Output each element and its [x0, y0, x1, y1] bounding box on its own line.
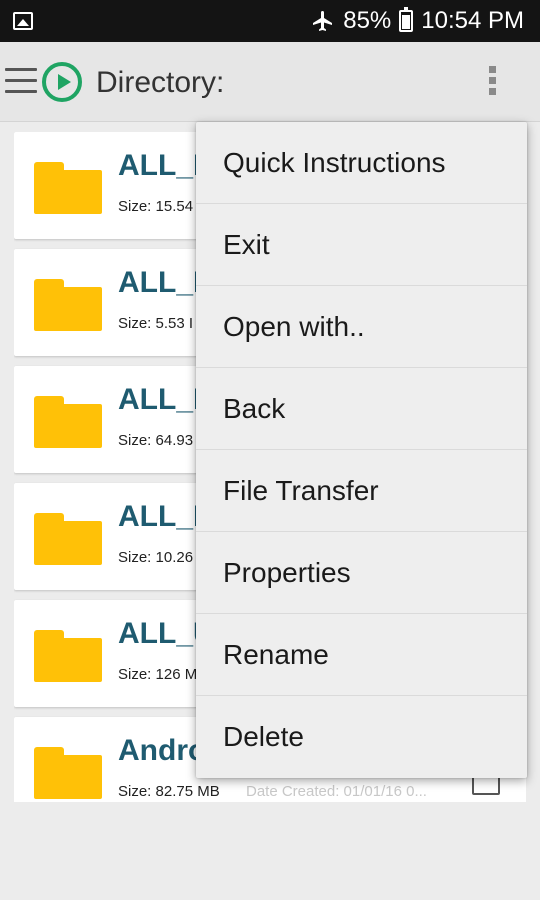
- folder-icon: [34, 513, 102, 565]
- menu-item-back[interactable]: Back: [196, 368, 527, 450]
- image-notification-icon: [13, 12, 33, 30]
- menu-item-label: File Transfer: [223, 475, 379, 506]
- menu-item-file-transfer[interactable]: File Transfer: [196, 450, 527, 532]
- file-size: Size: 15.54: [118, 198, 194, 215]
- file-size: Size: 126 M: [118, 666, 198, 683]
- battery-percent: 85%: [343, 7, 392, 34]
- menu-item-label: Back: [223, 393, 286, 424]
- menu-item-properties[interactable]: Properties: [196, 532, 527, 614]
- menu-item-exit[interactable]: Exit: [196, 204, 527, 286]
- file-name: Andro: [118, 734, 207, 767]
- file-size: Size: 82.75 MB: [118, 783, 220, 800]
- menu-item-label: Delete: [223, 721, 304, 752]
- status-indicators: 85% 10:54 PM: [311, 0, 524, 42]
- menu-item-open-with[interactable]: Open with..: [196, 286, 527, 368]
- folder-icon: [34, 747, 102, 799]
- file-size: Size: 64.93: [118, 432, 194, 449]
- menu-item-rename[interactable]: Rename: [196, 614, 527, 696]
- play-logo-icon: [42, 62, 82, 102]
- file-size: Size: 10.26: [118, 549, 194, 566]
- file-date: Date Created: 01/01/16 0...: [246, 783, 427, 800]
- battery-icon: [399, 7, 414, 32]
- menu-item-label: Open with..: [223, 311, 365, 342]
- folder-icon: [34, 162, 102, 214]
- menu-item-label: Properties: [223, 557, 351, 588]
- folder-icon: [34, 630, 102, 682]
- toolbar: Directory:: [0, 42, 540, 122]
- status-time: 10:54 PM: [421, 7, 524, 34]
- overflow-popup-menu: Quick Instructions Exit Open with.. Back…: [196, 122, 527, 778]
- overflow-menu-icon[interactable]: [487, 66, 497, 100]
- file-size: Size: 5.53 I: [118, 315, 194, 332]
- page-title: Directory:: [96, 66, 225, 99]
- folder-icon: [34, 396, 102, 448]
- menu-item-label: Quick Instructions: [223, 147, 446, 178]
- menu-item-quick-instructions[interactable]: Quick Instructions: [196, 122, 527, 204]
- hamburger-menu-icon[interactable]: [5, 68, 37, 94]
- menu-item-label: Exit: [223, 229, 270, 260]
- status-bar: 85% 10:54 PM: [0, 0, 540, 42]
- airplane-mode-icon: [313, 11, 333, 31]
- menu-item-label: Rename: [223, 639, 329, 670]
- folder-icon: [34, 279, 102, 331]
- menu-item-delete[interactable]: Delete: [196, 696, 527, 778]
